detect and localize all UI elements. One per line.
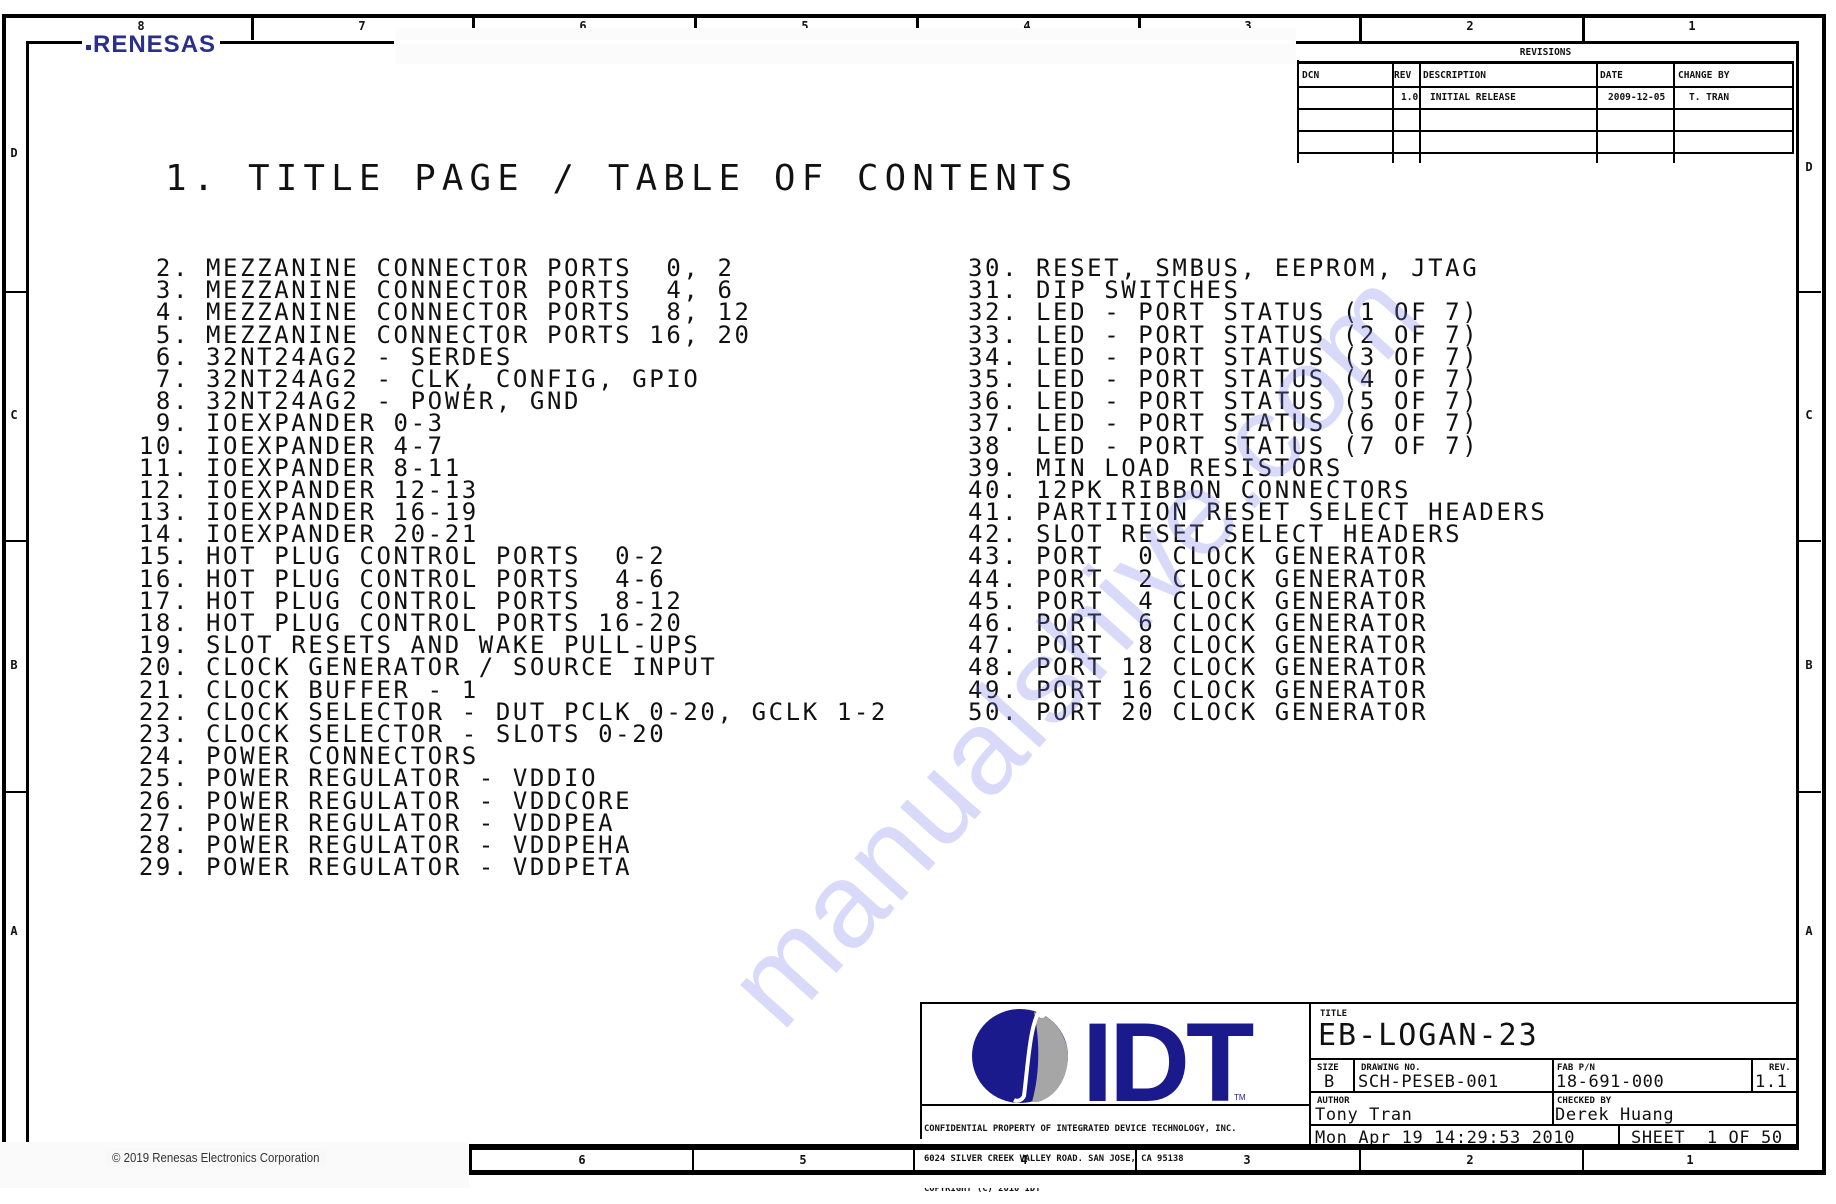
size-value: B xyxy=(1324,1072,1335,1092)
zone-divider xyxy=(4,291,28,293)
rev-cell-rev: 1.0 xyxy=(1401,92,1419,103)
drawing-title: EB-LOGAN-23 xyxy=(1318,1018,1539,1053)
rev-row-line xyxy=(1297,108,1794,110)
zone-label-bottom: 5 xyxy=(799,1153,807,1167)
zone-label-top: 2 xyxy=(1466,19,1474,33)
rev-border xyxy=(1297,60,1299,163)
zone-divider xyxy=(1797,791,1821,793)
tb-line xyxy=(1311,1058,1797,1060)
scan-whiteout xyxy=(396,28,1296,64)
rev-col-header: DATE xyxy=(1600,70,1623,81)
zone-label-bottom: 2 xyxy=(1466,1153,1474,1167)
rev-col-line xyxy=(1792,63,1794,153)
zone-label-bottom: 1 xyxy=(1686,1153,1694,1167)
rev-border xyxy=(1443,41,1794,44)
toc-entry-number: 29. xyxy=(138,853,190,882)
zone-label-bottom: 3 xyxy=(1243,1153,1251,1167)
rev-col-header: DCN xyxy=(1302,70,1320,81)
toc-entry: 29. POWER REGULATOR - VDDPETA xyxy=(130,853,888,882)
zone-label-left: D xyxy=(10,146,18,160)
tb-line xyxy=(1353,1058,1355,1091)
title-block: TITLE EB-LOGAN-23 SIZE B DRAWING NO. SCH… xyxy=(1309,1002,1797,1149)
rev-cell-date: 2009-12-05 xyxy=(1608,92,1666,103)
zone-label-bottom: 6 xyxy=(578,1153,586,1167)
zone-label-top: 7 xyxy=(358,19,366,33)
rev-col-header: DESCRIPTION xyxy=(1423,70,1486,81)
zone-divider xyxy=(251,14,254,41)
rev-col-line xyxy=(1596,63,1598,163)
zone-divider xyxy=(4,791,28,793)
fab-pn-value: 18-691-000 xyxy=(1556,1072,1665,1092)
outer-bottom-line xyxy=(469,1170,1822,1174)
zone-divider xyxy=(1582,14,1585,41)
rev-col-header: REV xyxy=(1394,70,1412,81)
zone-label-left: A xyxy=(10,924,18,938)
author-value: Tony Tran xyxy=(1315,1105,1413,1125)
zone-label-left: C xyxy=(10,408,18,422)
rev-value: 1.1 xyxy=(1755,1072,1788,1092)
revisions-heading: REVISIONS xyxy=(1519,47,1572,58)
zone-divider xyxy=(4,540,28,542)
idt-logo-tm: TM xyxy=(1234,1093,1246,1102)
zone-label-right: B xyxy=(1805,658,1813,672)
toc-entry-title: PORT 20 CLOCK GENERATOR xyxy=(1036,697,1429,726)
rev-cell-change-by: T. TRAN xyxy=(1689,92,1730,103)
checked-by-value: Derek Huang xyxy=(1555,1105,1675,1125)
zone-label-top: 1 xyxy=(1688,19,1696,33)
idt-logo: IDT TM xyxy=(972,1004,1258,1104)
confidential-line: CONFIDENTIAL PROPERTY OF INTEGRATED DEVI… xyxy=(924,1124,1237,1134)
rev-col-line xyxy=(1673,63,1675,163)
idt-logo-wordmark: IDT xyxy=(1082,1004,1254,1104)
rev-col-line xyxy=(1419,63,1421,163)
zone-label-right: D xyxy=(1805,160,1813,174)
zone-label-right: A xyxy=(1805,924,1813,938)
logo-dot-icon xyxy=(86,45,91,50)
toc-right-column: 30. RESET, SMBUS, EEPROM, JTAG 31. DIP SWIT… xyxy=(968,256,1547,726)
zone-divider xyxy=(1359,14,1362,41)
scan-whiteout xyxy=(469,1175,1836,1188)
zone-label-right: C xyxy=(1805,408,1813,422)
zone-divider xyxy=(1797,540,1821,542)
tb-line xyxy=(1552,1058,1554,1124)
zone-label-bottom: 4 xyxy=(1020,1153,1028,1167)
toc-entry-title: POWER REGULATOR - VDDPETA xyxy=(206,853,633,882)
tb-line xyxy=(1751,1058,1753,1091)
rev-row-line xyxy=(1297,61,1794,64)
rev-col-header: CHANGE BY xyxy=(1678,70,1730,81)
copyright-notice: © 2019 Renesas Electronics Corporation xyxy=(105,1148,327,1167)
zone-divider xyxy=(1797,291,1821,293)
revisions-table: REVISIONS DCN REV DESCRIPTION DATE CHANG… xyxy=(1297,41,1794,163)
drawing-no-value: SCH-PESEB-001 xyxy=(1358,1072,1499,1092)
toc-left-column: 2. MEZZANINE CONNECTOR PORTS 0, 2 3. MEZZAN… xyxy=(130,256,888,882)
idt-logo-dot-icon xyxy=(1038,1010,1046,1018)
zone-label-left: B xyxy=(10,658,18,672)
toc-entry: 50. PORT 20 CLOCK GENERATOR xyxy=(968,697,1547,726)
brand-name: RENESAS xyxy=(93,31,217,58)
toc-entry-number: 50. xyxy=(968,697,1020,726)
sheet-heading: 1. TITLE PAGE / TABLE OF CONTENTS xyxy=(165,158,1079,199)
rev-row-line xyxy=(1297,86,1794,88)
rev-row-line xyxy=(1297,130,1794,132)
renesas-logo: RENESAS xyxy=(82,31,221,58)
rev-row-line xyxy=(1297,152,1794,154)
rev-cell-description: INITIAL RELEASE xyxy=(1430,92,1516,103)
